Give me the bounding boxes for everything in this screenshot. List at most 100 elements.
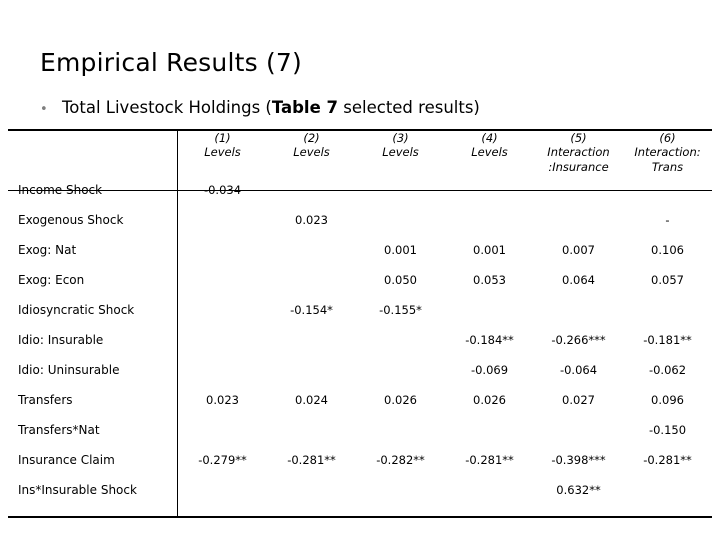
column-header-4-sub: Levels <box>471 145 508 160</box>
row-label: Ins*Insurable Shock <box>18 483 137 498</box>
cell-6 <box>623 175 712 205</box>
bullet-prefix: Total Livestock Holdings ( <box>62 98 272 117</box>
cell-4: -0.281** <box>465 453 514 468</box>
column-header-2: (2) Levels <box>267 129 356 175</box>
table-row: Idiosyncratic Shock -0.154* -0.155* <box>8 295 712 325</box>
cell-6: 0.096 <box>651 393 684 408</box>
cell-1 <box>178 325 267 355</box>
cell-1 <box>178 475 267 505</box>
cell-5 <box>534 415 623 445</box>
cell-6: 0.106 <box>651 243 684 258</box>
table-header: (1) Levels (2) Levels (3) Levels (4) Lev… <box>8 129 712 175</box>
column-header-5: (5) Interaction :Insurance <box>534 129 623 175</box>
cell-3: 0.026 <box>384 393 417 408</box>
cell-3: -0.282** <box>376 453 425 468</box>
row-label: Idio: Insurable <box>18 333 104 348</box>
table-bottom-rule <box>8 516 712 518</box>
bullet-bold: Table 7 <box>271 98 339 117</box>
column-header-label <box>8 129 178 175</box>
column-header-4-num: (4) <box>481 131 498 145</box>
column-header-3: (3) Levels <box>356 129 445 175</box>
cell-1: -0.279** <box>198 453 247 468</box>
column-header-3-num: (3) <box>392 131 409 145</box>
cell-3 <box>356 415 445 445</box>
page-title: Empirical Results (7) <box>40 48 302 77</box>
table-body: Income Shock -0.034 Exogenous Shock 0.023- E… <box>8 175 712 505</box>
row-label: Insurance Claim <box>18 453 115 468</box>
cell-5: -0.398*** <box>551 453 606 468</box>
cell-6: -0.062 <box>648 363 687 378</box>
cell-3 <box>356 205 445 235</box>
column-header-1-num: (1) <box>214 131 231 145</box>
column-header-6-sub: Interaction: <box>634 145 701 160</box>
table-row: Exog: Econ 0.050 0.053 0.064 0.057 <box>8 265 712 295</box>
table-row: Income Shock -0.034 <box>8 175 712 205</box>
results-table: (1) Levels (2) Levels (3) Levels (4) Lev… <box>8 129 712 505</box>
column-header-3-sub: Levels <box>382 145 419 160</box>
column-header-6: (6) Interaction: Trans <box>623 129 712 175</box>
table-row: Ins*Insurable Shock 0.632** <box>8 475 712 505</box>
cell-5 <box>534 175 623 205</box>
cell-5: -0.064 <box>559 363 598 378</box>
column-header-6-num: (6) <box>659 131 676 145</box>
cell-3: 0.050 <box>384 273 417 288</box>
cell-1 <box>178 205 267 235</box>
column-header-1: (1) Levels <box>178 129 267 175</box>
cell-1 <box>178 355 267 385</box>
row-label: Exog: Econ <box>18 273 85 288</box>
cell-4: 0.026 <box>473 393 506 408</box>
table-row: Transfers*Nat -0.150 <box>8 415 712 445</box>
row-label: Idio: Uninsurable <box>18 363 120 378</box>
cell-5: 0.027 <box>562 393 595 408</box>
table-row: Insurance Claim -0.279** -0.281** -0.282** -… <box>8 445 712 475</box>
table-row: Exogenous Shock 0.023 - <box>8 205 712 235</box>
slide: Empirical Results (7) • Total Livestock … <box>0 0 720 540</box>
cell-1: -0.034 <box>203 183 242 198</box>
cell-3 <box>356 175 445 205</box>
column-header-2-sub: Levels <box>293 145 330 160</box>
cell-2 <box>267 415 356 445</box>
row-label: Idiosyncratic Shock <box>18 303 135 318</box>
cell-1 <box>178 295 267 325</box>
cell-2 <box>267 265 356 295</box>
cell-6: -0.181** <box>643 333 692 348</box>
row-label: Income Shock <box>18 183 103 198</box>
row-label: Transfers <box>18 393 73 408</box>
bullet-text: Total Livestock Holdings (Table 7 select… <box>62 98 480 117</box>
cell-4 <box>445 205 534 235</box>
cell-2 <box>267 175 356 205</box>
cell-2: -0.281** <box>287 453 336 468</box>
cell-5: 0.064 <box>562 273 595 288</box>
bullet-suffix: selected results) <box>338 98 480 117</box>
column-header-2-num: (2) <box>303 131 320 145</box>
cell-2: 0.024 <box>295 393 328 408</box>
cell-3: -0.155* <box>379 303 422 318</box>
cell-2 <box>267 475 356 505</box>
cell-6: 0.057 <box>651 273 684 288</box>
row-label: Exogenous Shock <box>18 213 124 228</box>
cell-5: -0.266*** <box>551 333 606 348</box>
column-header-6-sub2: Trans <box>651 159 684 174</box>
cell-2: -0.154* <box>290 303 333 318</box>
cell-6 <box>623 475 712 505</box>
column-header-5-sub2: :Insurance <box>548 159 609 174</box>
table-header-row: (1) Levels (2) Levels (3) Levels (4) Lev… <box>8 129 712 175</box>
cell-4: 0.053 <box>473 273 506 288</box>
cell-1 <box>178 235 267 265</box>
cell-6: -0.150 <box>648 423 687 438</box>
cell-4 <box>445 475 534 505</box>
cell-6: -0.281** <box>643 453 692 468</box>
column-header-1-sub: Levels <box>204 145 241 160</box>
cell-3: 0.001 <box>384 243 417 258</box>
cell-4: -0.184** <box>465 333 514 348</box>
cell-2: 0.023 <box>295 213 328 228</box>
table-row: Idio: Insurable -0.184** -0.266*** -0.181** <box>8 325 712 355</box>
cell-4 <box>445 415 534 445</box>
column-header-5-sub: Interaction <box>547 145 610 160</box>
cell-2 <box>267 235 356 265</box>
cell-4 <box>445 175 534 205</box>
cell-5: 0.007 <box>562 243 595 258</box>
cell-6 <box>623 295 712 325</box>
cell-6: - <box>665 213 670 228</box>
cell-5 <box>534 295 623 325</box>
